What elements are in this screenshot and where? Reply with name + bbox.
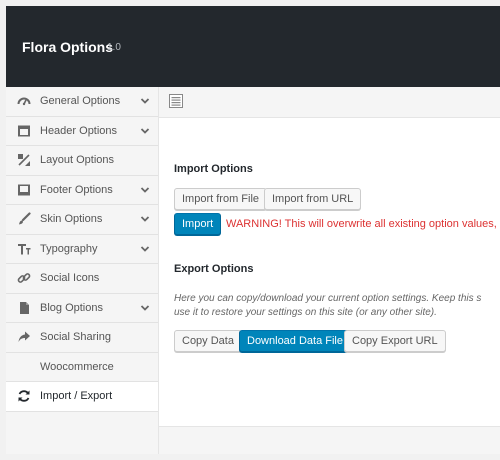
copy-data-button[interactable]: Copy Data — [174, 330, 242, 352]
copy-export-url-button[interactable]: Copy Export URL — [344, 330, 446, 352]
import-button[interactable]: Import — [174, 213, 222, 235]
document-icon — [17, 301, 31, 315]
typography-icon — [17, 242, 31, 256]
chevron-down-icon — [140, 244, 150, 254]
options-toolbar — [159, 87, 500, 118]
sidebar-item-typography[interactable]: Typography — [6, 235, 158, 264]
sidebar-item-layout-options[interactable]: Layout Options — [6, 146, 158, 176]
cart-icon — [17, 360, 31, 374]
options-footer — [159, 426, 500, 454]
version-label: 1.0 — [107, 42, 121, 53]
link-icon — [17, 271, 31, 285]
refresh-icon — [17, 389, 31, 403]
sidebar-item-label: Social Sharing — [40, 331, 111, 343]
sidebar-item-label: Layout Options — [40, 154, 114, 166]
dashboard-icon — [17, 94, 31, 108]
sidebar-item-woocommerce[interactable]: Woocommerce — [6, 353, 158, 382]
sidebar-item-label: Typography — [40, 242, 98, 255]
sidebar-item-header-options[interactable]: Header Options — [6, 117, 158, 146]
import-export-section: Import Options Import from File Import f… — [159, 118, 500, 426]
chevron-down-icon — [140, 185, 150, 195]
import-from-url-button[interactable]: Import from URL — [264, 188, 362, 210]
chevron-down-icon — [140, 214, 150, 224]
options-header: Flora Options 1.0 — [6, 6, 500, 87]
brush-icon — [17, 212, 31, 226]
import-options-title: Import Options — [174, 163, 253, 175]
sidebar-item-label: Social Icons — [40, 272, 100, 284]
sidebar-item-label: Footer Options — [40, 183, 113, 196]
export-description-line: Here you can copy/download your current … — [174, 293, 482, 304]
chevron-down-icon — [140, 303, 150, 313]
download-data-file-button[interactable]: Download Data File — [239, 330, 351, 352]
layout-icon — [17, 153, 31, 167]
sidebar-item-label: Header Options — [40, 124, 118, 137]
footer-icon — [17, 183, 31, 197]
sidebar-item-general-options[interactable]: General Options — [6, 87, 158, 117]
options-panel: Flora Options 1.0 General Options Header… — [6, 6, 500, 454]
chevron-down-icon — [140, 126, 150, 136]
expand-options-icon[interactable] — [168, 93, 184, 109]
sidebar-item-skin-options[interactable]: Skin Options — [6, 205, 158, 235]
sidebar-item-import-export[interactable]: Import / Export — [6, 382, 158, 412]
import-warning-text: WARNING! This will overwrite all existin… — [226, 218, 500, 230]
sidebar: General Options Header Options Layout Op… — [6, 87, 159, 454]
export-description-line: use it to restore your settings on this … — [174, 307, 437, 318]
sidebar-item-label: Skin Options — [40, 213, 103, 225]
export-options-title: Export Options — [174, 263, 254, 275]
sidebar-item-label: Woocommerce — [40, 360, 114, 373]
page-title: Flora Options — [22, 39, 113, 55]
import-from-file-button[interactable]: Import from File — [174, 188, 268, 210]
sidebar-item-label: General Options — [40, 95, 121, 107]
sidebar-item-footer-options[interactable]: Footer Options — [6, 176, 158, 205]
export-description: Here you can copy/download your current … — [174, 292, 500, 320]
sidebar-item-social-sharing[interactable]: Social Sharing — [6, 323, 158, 353]
sidebar-item-social-icons[interactable]: Social Icons — [6, 264, 158, 294]
share-icon — [17, 330, 31, 344]
chevron-down-icon — [140, 96, 150, 106]
sidebar-item-label: Import / Export — [40, 390, 113, 402]
sidebar-item-label: Blog Options — [40, 301, 103, 314]
header-icon — [17, 124, 31, 138]
sidebar-item-blog-options[interactable]: Blog Options — [6, 294, 158, 323]
